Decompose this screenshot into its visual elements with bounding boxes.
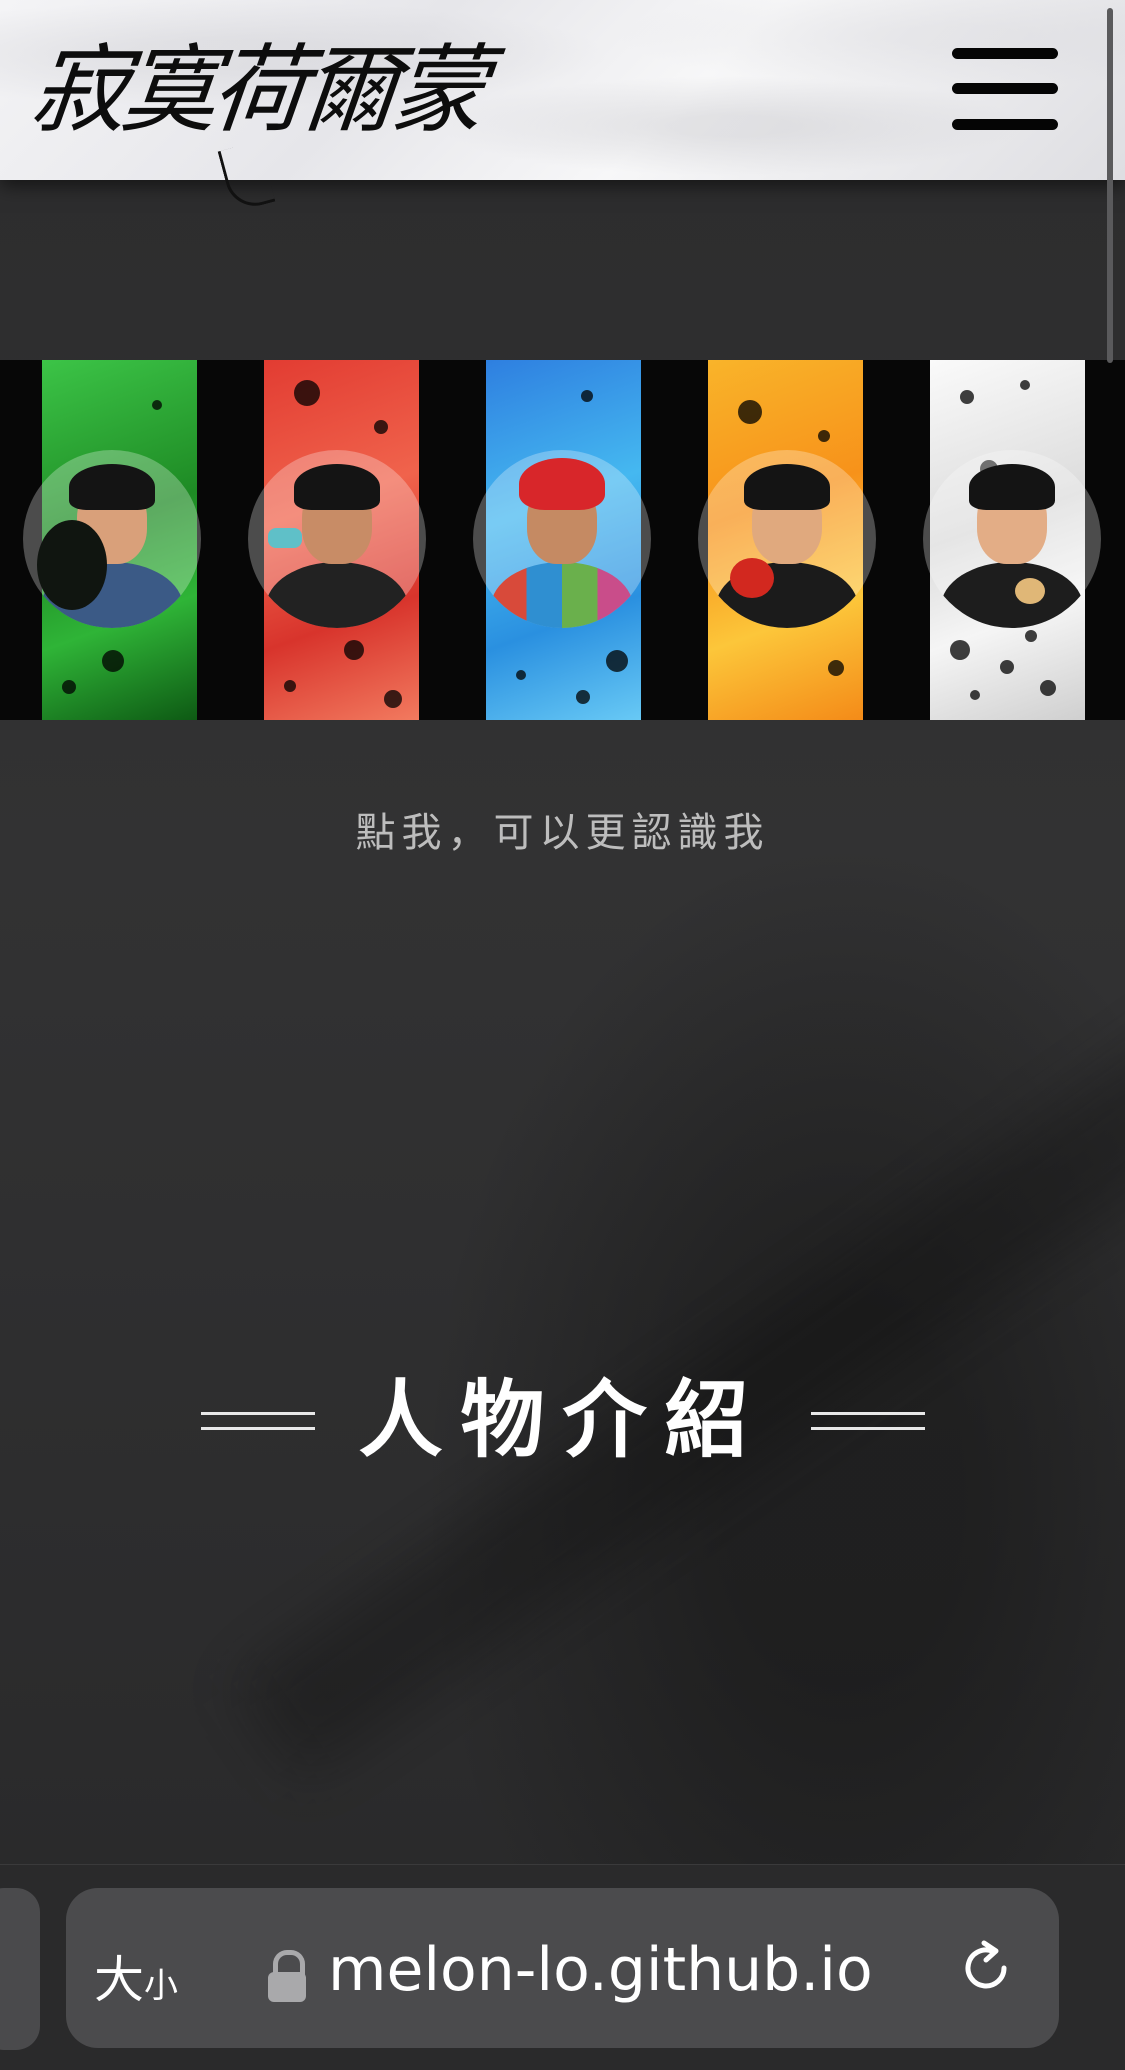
url-text[interactable]: melon-lo.github.io xyxy=(328,1930,873,2010)
menu-bar-icon xyxy=(952,119,1058,130)
reload-icon[interactable] xyxy=(956,1938,1016,1998)
avatar-blue-character[interactable] xyxy=(473,450,651,628)
scrollbar[interactable] xyxy=(1107,8,1113,363)
section-title: 人物介紹 xyxy=(358,1370,767,1469)
avatar-red-character[interactable] xyxy=(248,450,426,628)
section-heading: 人物介紹 xyxy=(0,1360,1125,1480)
size-label-small: 小 xyxy=(144,1966,178,2006)
heading-decoration-right xyxy=(811,1412,925,1430)
character-strip xyxy=(0,360,1125,720)
size-label-big: 大 xyxy=(94,1951,144,2009)
hamburger-menu-button[interactable] xyxy=(950,46,1060,132)
avatar-orange-character[interactable] xyxy=(698,450,876,628)
site-header: 寂寞荷爾蒙 xyxy=(0,0,1125,213)
previous-tab-preview[interactable] xyxy=(0,1888,40,2050)
page-size-button[interactable]: 大小 xyxy=(94,1940,204,2009)
avatar-green-character[interactable] xyxy=(23,450,201,628)
menu-bar-icon xyxy=(952,48,1058,59)
lock-icon xyxy=(266,1950,308,2002)
learn-more-link[interactable]: 點我，可以更認識我 xyxy=(0,800,1125,858)
menu-bar-icon xyxy=(952,83,1058,94)
avatar-white-character[interactable] xyxy=(923,450,1101,628)
